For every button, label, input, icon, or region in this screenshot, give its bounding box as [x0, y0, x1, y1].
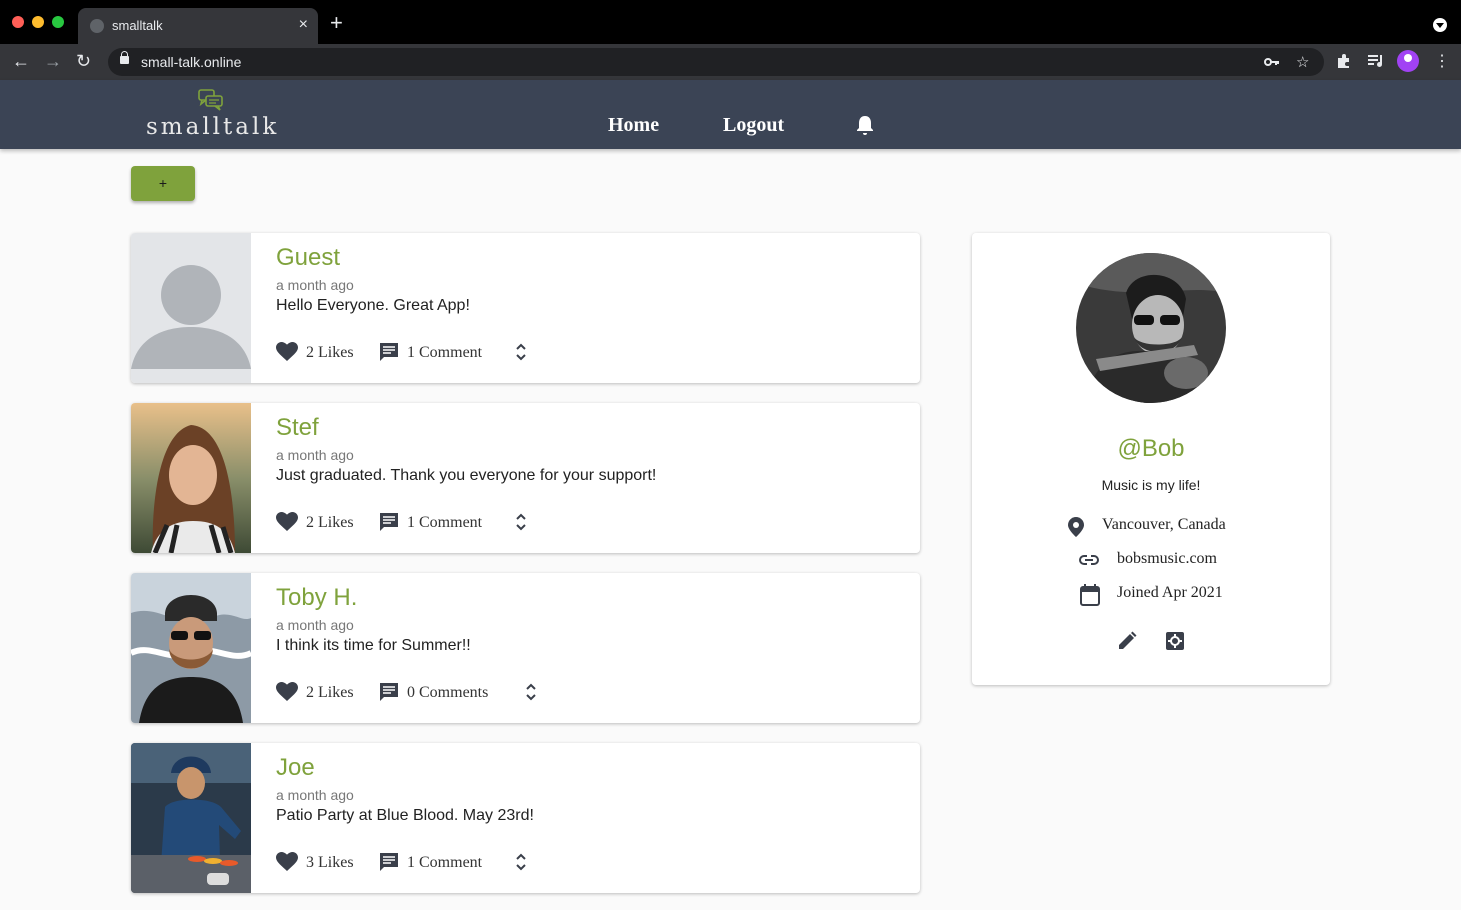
post-card: Toby H. a month ago I think its time for… [131, 573, 920, 723]
notification-bell-icon[interactable] [855, 114, 875, 136]
reload-icon[interactable]: ↻ [76, 50, 91, 72]
back-icon[interactable]: ← [12, 50, 30, 72]
more-options-icon[interactable]: ⋮ [1434, 51, 1450, 73]
minimize-window-button[interactable] [32, 16, 44, 28]
calendar-icon [1080, 584, 1100, 606]
comment-icon[interactable] [379, 852, 399, 872]
profile-handle[interactable]: @Bob [972, 435, 1330, 463]
post-timestamp: a month ago [276, 447, 354, 463]
tab-search-icon[interactable] [1433, 18, 1447, 32]
post-timestamp: a month ago [276, 617, 354, 633]
logo-text[interactable]: smalltalk [146, 114, 279, 140]
avatar[interactable] [131, 743, 251, 893]
post-timestamp: a month ago [276, 787, 354, 803]
url-text: small-talk.online [141, 54, 242, 70]
like-heart-icon[interactable] [276, 682, 298, 702]
likes-count: 2 Likes [306, 514, 354, 531]
post-card: Stef a month ago Just graduated. Thank y… [131, 403, 920, 553]
avatar[interactable] [131, 573, 251, 723]
address-bar[interactable]: small-talk.online ☆ [108, 48, 1324, 76]
tab-close-icon[interactable]: × [299, 16, 308, 34]
settings-icon[interactable] [1165, 631, 1185, 651]
post-timestamp: a month ago [276, 277, 354, 293]
comments-count: 1 Comment [407, 344, 483, 361]
likes-count: 3 Likes [306, 854, 354, 871]
maximize-window-button[interactable] [52, 16, 64, 28]
post-author[interactable]: Stef [276, 414, 319, 442]
comment-icon[interactable] [379, 512, 399, 532]
forward-icon[interactable]: → [44, 50, 62, 72]
bookmark-star-icon[interactable]: ☆ [1296, 53, 1309, 71]
chat-bubbles-icon [198, 89, 223, 111]
new-tab-button[interactable]: + [330, 12, 343, 34]
post-body: Patio Party at Blue Blood. May 23rd! [276, 807, 534, 824]
profile-bio: Music is my life! [1101, 477, 1201, 493]
comments-count: 0 Comments [407, 684, 489, 701]
post-card: Guest a month ago Hello Everyone. Great … [131, 233, 920, 383]
profile-card: @Bob Music is my life! Vancouver, Canada… [972, 233, 1330, 685]
browser-tab-bar: smalltalk × + [0, 0, 1461, 44]
expand-toggle-icon[interactable] [515, 852, 527, 872]
user-photo [131, 743, 251, 893]
browser-tab[interactable]: smalltalk × [78, 8, 318, 44]
app-header: smalltalk Home Logout [0, 80, 1461, 149]
like-heart-icon[interactable] [276, 512, 298, 532]
expand-toggle-icon[interactable] [525, 682, 537, 702]
avatar[interactable] [131, 403, 251, 553]
browser-toolbar: ← → ↻ small-talk.online ☆ ⋮ [0, 44, 1461, 80]
reading-list-icon[interactable] [1367, 54, 1385, 68]
post-author[interactable]: Guest [276, 244, 340, 272]
post-body: Just graduated. Thank you everyone for y… [276, 467, 657, 484]
like-heart-icon[interactable] [276, 852, 298, 872]
extensions-icon[interactable] [1336, 53, 1352, 69]
profile-photo [1076, 253, 1226, 403]
edit-pencil-icon[interactable] [1117, 631, 1137, 651]
post-card: Joe a month ago Patio Party at Blue Bloo… [131, 743, 920, 893]
post-author[interactable]: Joe [276, 754, 315, 782]
post-body: Hello Everyone. Great App! [276, 297, 470, 314]
new-post-button[interactable]: + [131, 166, 195, 201]
avatar[interactable] [131, 233, 251, 383]
default-user-avatar-icon [131, 233, 251, 383]
favicon-icon [90, 19, 104, 33]
comment-icon[interactable] [379, 342, 399, 362]
profile-website[interactable]: bobsmusic.com [1117, 550, 1217, 568]
avatar[interactable] [1076, 253, 1226, 403]
nav-home[interactable]: Home [608, 114, 659, 137]
tab-title: smalltalk [112, 18, 163, 33]
expand-toggle-icon[interactable] [515, 512, 527, 532]
likes-count: 2 Likes [306, 684, 354, 701]
user-photo [131, 403, 251, 553]
comments-count: 1 Comment [407, 854, 483, 871]
user-photo [131, 573, 251, 723]
likes-count: 2 Likes [306, 344, 354, 361]
comments-count: 1 Comment [407, 514, 483, 531]
profile-joined: Joined Apr 2021 [1117, 584, 1223, 601]
comment-icon[interactable] [379, 682, 399, 702]
lock-icon [120, 51, 129, 64]
expand-toggle-icon[interactable] [515, 342, 527, 362]
profile-avatar-icon[interactable] [1397, 50, 1419, 72]
like-heart-icon[interactable] [276, 342, 298, 362]
profile-location: Vancouver, Canada [1102, 516, 1226, 533]
link-icon [1079, 555, 1099, 565]
close-window-button[interactable] [12, 16, 24, 28]
key-icon[interactable] [1264, 55, 1280, 69]
post-body: I think its time for Summer!! [276, 637, 471, 654]
nav-logout[interactable]: Logout [723, 114, 784, 137]
location-pin-icon [1068, 517, 1084, 537]
post-author[interactable]: Toby H. [276, 584, 357, 612]
